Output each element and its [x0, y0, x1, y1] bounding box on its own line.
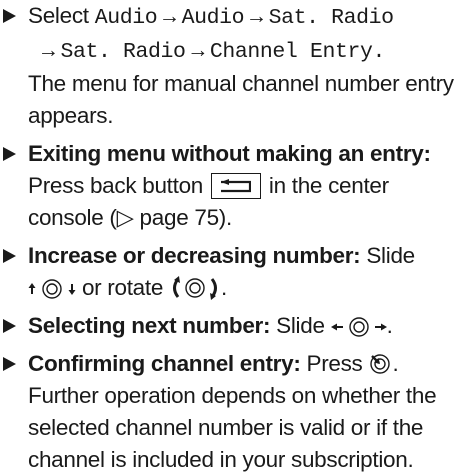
bullet-marker: [3, 147, 16, 161]
select-word: Select: [28, 3, 89, 28]
arrow-1: →: [163, 6, 176, 30]
select-next-title: Selecting next number:: [28, 313, 271, 338]
confirm-press-text: Press: [306, 351, 363, 376]
select-next-end: .: [386, 313, 393, 338]
slide-up-down-icon: [28, 279, 76, 299]
exit-menu-title: Exiting menu without making an entry:: [28, 141, 431, 166]
rotate-controller-icon: [173, 276, 217, 300]
confirm-end: .: [392, 351, 399, 376]
increase-decrease-end: .: [221, 275, 227, 300]
list-item-select-next-number: Selecting next number: Slide .: [0, 310, 464, 342]
increase-decrease-rotate-text: or rotate: [81, 275, 164, 300]
confirm-title: Confirming channel entry:: [28, 351, 301, 376]
menu-path-channel-entry: Channel Entry.: [209, 40, 385, 64]
bullet-marker: [3, 249, 16, 263]
press-controller-icon: [370, 354, 391, 374]
arrow-3: →: [42, 40, 55, 64]
list-item-exit-menu: Exiting menu without making an entry: Pr…: [0, 138, 464, 234]
exit-menu-text-before: Press back button: [28, 173, 203, 198]
arrow-2: →: [250, 6, 263, 30]
menu-path-audio-2: Audio: [181, 6, 245, 30]
increase-decrease-title: Increase or decreasing number:: [28, 243, 361, 268]
menu-path-sat-radio-1: Sat. Radio: [268, 6, 394, 30]
list-item-increase-decrease: Increase or decreasing number: Slide or …: [0, 240, 464, 304]
bullet-marker: [3, 357, 16, 371]
increase-decrease-slide-text: Slide: [366, 243, 415, 268]
arrow-4: →: [191, 40, 204, 64]
confirm-body-text: Further operation depends on whether the…: [28, 383, 437, 472]
list-item-confirm-channel: Confirming channel entry: Press . Furthe…: [0, 348, 464, 476]
menu-path-audio-1: Audio: [94, 6, 158, 30]
bullet-marker: [3, 9, 16, 23]
instruction-list: Select Audio → Audio → Sat. Radio → Sat.…: [0, 0, 464, 476]
slide-left-right-icon: [330, 317, 387, 337]
bullet-marker: [3, 319, 16, 333]
select-result-text: The menu for manual channel number entry…: [28, 71, 454, 128]
menu-path-sat-radio-2: Sat. Radio: [60, 40, 186, 64]
select-next-slide-text: Slide: [276, 313, 325, 338]
back-button-icon: [210, 173, 261, 199]
list-item-select-channel-entry: Select Audio → Audio → Sat. Radio → Sat.…: [0, 0, 464, 132]
